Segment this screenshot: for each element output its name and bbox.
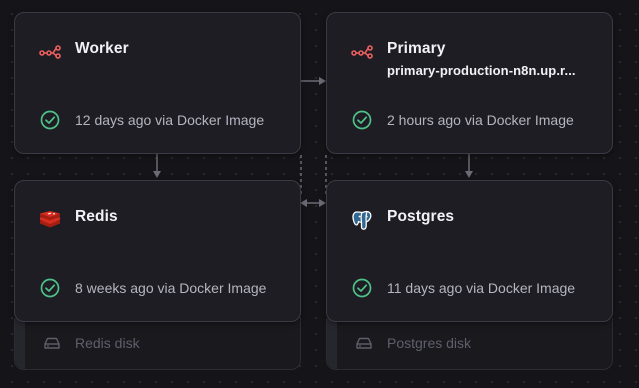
service-card-postgres[interactable]: Postgres 11 days ago via Docker Image xyxy=(326,180,613,322)
service-name: Postgres xyxy=(387,208,455,225)
service-card-worker[interactable]: Worker 12 days ago via Docker Image xyxy=(14,12,301,154)
deploy-status: 8 weeks ago via Docker Image xyxy=(75,280,267,296)
deploy-status: 2 hours ago via Docker Image xyxy=(387,112,574,128)
check-circle-icon xyxy=(39,277,61,299)
arrowhead-left xyxy=(300,199,307,207)
arrowhead-postgres xyxy=(465,171,473,178)
arrowhead-redis xyxy=(153,171,161,178)
arrowhead-right xyxy=(319,199,326,207)
check-circle-icon xyxy=(39,109,61,131)
service-name: Primary xyxy=(387,40,446,57)
hard-drive-icon xyxy=(43,334,61,352)
service-name: Redis xyxy=(75,208,118,225)
postgres-icon xyxy=(351,209,373,231)
volume-label: Postgres disk xyxy=(387,335,472,351)
workflow-icon xyxy=(351,41,373,63)
volume-redis-disk[interactable]: Redis disk xyxy=(14,318,301,370)
volume-postgres-disk[interactable]: Postgres disk xyxy=(326,318,613,370)
redis-icon xyxy=(39,209,61,231)
volume-stripe xyxy=(327,318,337,369)
hard-drive-icon xyxy=(355,334,373,352)
service-name: Worker xyxy=(75,40,129,57)
check-circle-icon xyxy=(351,109,373,131)
volume-label: Redis disk xyxy=(75,335,140,351)
check-circle-icon xyxy=(351,277,373,299)
workflow-icon xyxy=(39,41,61,63)
arrowhead-primary xyxy=(319,77,326,85)
volume-stripe xyxy=(15,318,25,369)
service-card-redis[interactable]: Redis 8 weeks ago via Docker Image xyxy=(14,180,301,322)
deploy-status: 12 days ago via Docker Image xyxy=(75,112,265,128)
service-domain-link[interactable]: primary-production-n8n.up.r... xyxy=(387,63,576,78)
service-card-primary[interactable]: Primary primary-production-n8n.up.r... 2… xyxy=(326,12,613,154)
deploy-status: 11 days ago via Docker Image xyxy=(387,280,576,296)
